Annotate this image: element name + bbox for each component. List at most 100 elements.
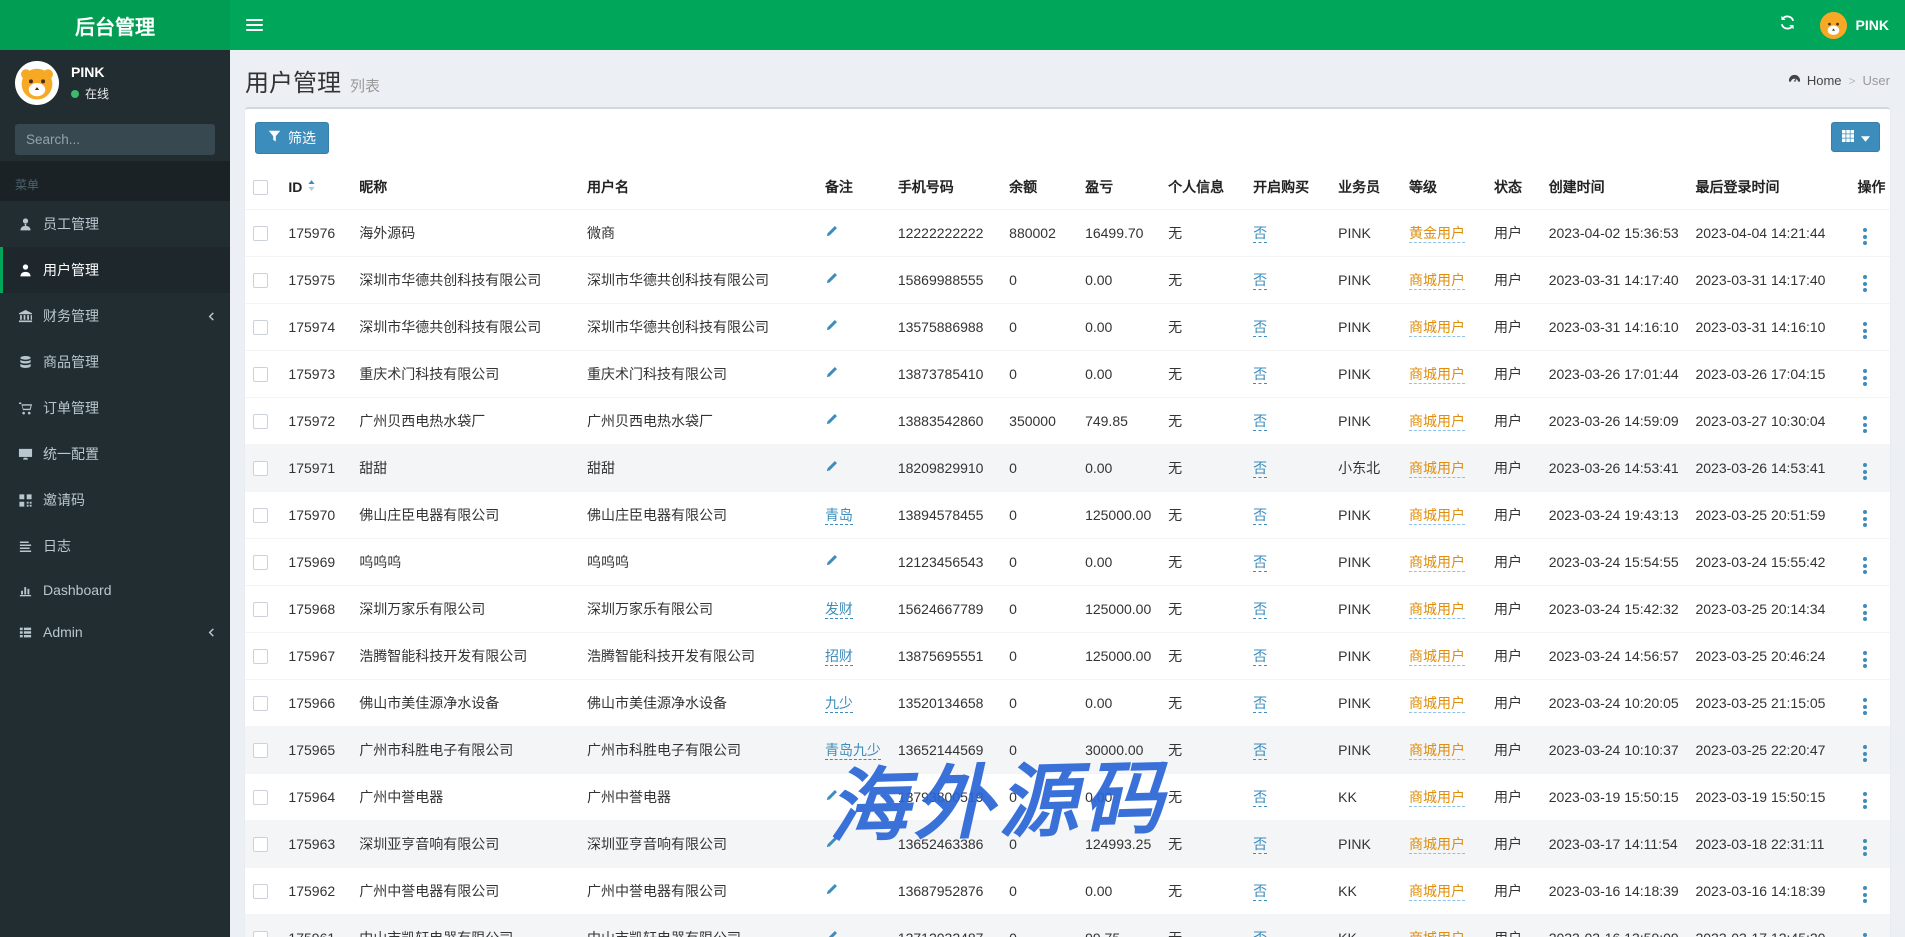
row-checkbox[interactable] <box>253 837 268 853</box>
row-checkbox[interactable] <box>253 226 268 242</box>
sidebar-item-invite-code[interactable]: 邀请码 <box>0 477 230 523</box>
edit-remark-pencil-icon[interactable] <box>825 366 838 382</box>
row-actions-menu-icon[interactable] <box>1857 273 1873 294</box>
row-checkbox[interactable] <box>253 508 268 524</box>
purchase-toggle-link[interactable]: 否 <box>1253 883 1268 901</box>
row-checkbox[interactable] <box>253 696 268 712</box>
purchase-toggle-link[interactable]: 否 <box>1253 413 1268 431</box>
edit-remark-pencil-icon[interactable] <box>825 930 838 937</box>
level-link[interactable]: 商城用户 <box>1409 648 1465 666</box>
edit-remark-pencil-icon[interactable] <box>825 554 838 570</box>
level-link[interactable]: 商城用户 <box>1409 695 1465 713</box>
level-link[interactable]: 商城用户 <box>1409 789 1465 807</box>
purchase-toggle-link[interactable]: 否 <box>1253 366 1268 384</box>
row-checkbox[interactable] <box>253 931 268 937</box>
row-actions-menu-icon[interactable] <box>1857 555 1873 576</box>
select-all-checkbox[interactable] <box>253 180 268 196</box>
remark-link[interactable]: 发财 <box>824 601 853 619</box>
sidebar-item-logs[interactable]: 日志 <box>0 523 230 569</box>
breadcrumb-home-link[interactable]: Home <box>1787 72 1842 90</box>
row-checkbox[interactable] <box>253 743 268 759</box>
edit-remark-pencil-icon[interactable] <box>825 225 838 241</box>
edit-remark-pencil-icon[interactable] <box>825 789 838 805</box>
purchase-toggle-link[interactable]: 否 <box>1253 742 1268 760</box>
purchase-toggle-link[interactable]: 否 <box>1253 648 1268 666</box>
purchase-toggle-link[interactable]: 否 <box>1253 319 1268 337</box>
edit-remark-pencil-icon[interactable] <box>825 460 838 476</box>
purchase-toggle-link[interactable]: 否 <box>1253 507 1268 525</box>
row-checkbox[interactable] <box>253 461 268 477</box>
level-link[interactable]: 商城用户 <box>1409 507 1465 525</box>
sidebar-item-unified-config[interactable]: 统一配置 <box>0 431 230 477</box>
sidebar-item-user-mgmt[interactable]: 用户管理 <box>0 247 230 293</box>
row-checkbox[interactable] <box>253 367 268 383</box>
columns-dropdown-button[interactable] <box>1831 122 1880 152</box>
purchase-toggle-link[interactable]: 否 <box>1253 695 1268 713</box>
row-actions-menu-icon[interactable] <box>1857 837 1873 858</box>
edit-remark-pencil-icon[interactable] <box>825 319 838 335</box>
row-checkbox[interactable] <box>253 273 268 289</box>
level-link[interactable]: 商城用户 <box>1409 366 1465 384</box>
purchase-toggle-link[interactable]: 否 <box>1253 836 1268 854</box>
row-actions-menu-icon[interactable] <box>1857 696 1873 717</box>
row-actions-menu-icon[interactable] <box>1857 884 1873 905</box>
col-header-id[interactable]: ID <box>280 165 352 210</box>
filter-button[interactable]: 筛选 <box>255 122 329 154</box>
level-link[interactable]: 商城用户 <box>1409 930 1465 937</box>
row-actions-menu-icon[interactable] <box>1857 226 1873 247</box>
level-link[interactable]: 商城用户 <box>1409 319 1465 337</box>
sidebar-item-dashboard[interactable]: Dashboard <box>0 569 230 611</box>
edit-remark-pencil-icon[interactable] <box>825 413 838 429</box>
sidebar-item-finance-mgmt[interactable]: 财务管理 <box>0 293 230 339</box>
level-link[interactable]: 商城用户 <box>1409 883 1465 901</box>
row-actions-menu-icon[interactable] <box>1857 602 1873 623</box>
remark-link[interactable]: 招财 <box>824 648 853 666</box>
search-submit-button[interactable] <box>214 124 215 155</box>
remark-link[interactable]: 九少 <box>824 695 853 713</box>
sidebar-item-employee-mgmt[interactable]: 员工管理 <box>0 201 230 247</box>
remark-link[interactable]: 青岛九少 <box>824 742 881 760</box>
sidebar-item-order-mgmt[interactable]: 订单管理 <box>0 385 230 431</box>
purchase-toggle-link[interactable]: 否 <box>1253 601 1268 619</box>
level-link[interactable]: 商城用户 <box>1409 742 1465 760</box>
purchase-toggle-link[interactable]: 否 <box>1253 554 1268 572</box>
row-actions-menu-icon[interactable] <box>1857 461 1873 482</box>
row-actions-menu-icon[interactable] <box>1857 649 1873 670</box>
row-actions-menu-icon[interactable] <box>1857 320 1873 341</box>
row-checkbox[interactable] <box>253 884 268 900</box>
purchase-toggle-link[interactable]: 否 <box>1253 460 1268 478</box>
search-input[interactable] <box>15 124 214 155</box>
row-actions-menu-icon[interactable] <box>1857 931 1873 937</box>
row-checkbox[interactable] <box>253 414 268 430</box>
remark-link[interactable]: 青岛 <box>824 507 853 525</box>
row-checkbox[interactable] <box>253 320 268 336</box>
row-actions-menu-icon[interactable] <box>1857 367 1873 388</box>
purchase-toggle-link[interactable]: 否 <box>1253 272 1268 290</box>
row-checkbox[interactable] <box>253 790 268 806</box>
purchase-toggle-link[interactable]: 否 <box>1253 225 1268 243</box>
sidebar-item-admin[interactable]: Admin <box>0 611 230 653</box>
refresh-button[interactable] <box>1765 0 1810 50</box>
row-checkbox[interactable] <box>253 555 268 571</box>
edit-remark-pencil-icon[interactable] <box>825 272 838 288</box>
purchase-toggle-link[interactable]: 否 <box>1253 789 1268 807</box>
sidebar-item-product-mgmt[interactable]: 商品管理 <box>0 339 230 385</box>
purchase-toggle-link[interactable]: 否 <box>1253 930 1268 937</box>
user-menu[interactable]: PINK <box>1810 0 1905 50</box>
level-link[interactable]: 商城用户 <box>1409 460 1465 478</box>
level-link[interactable]: 商城用户 <box>1409 554 1465 572</box>
level-link[interactable]: 商城用户 <box>1409 272 1465 290</box>
level-link[interactable]: 商城用户 <box>1409 601 1465 619</box>
edit-remark-pencil-icon[interactable] <box>825 836 838 852</box>
row-checkbox[interactable] <box>253 649 268 665</box>
row-actions-menu-icon[interactable] <box>1857 790 1873 811</box>
edit-remark-pencil-icon[interactable] <box>825 883 838 899</box>
level-link[interactable]: 商城用户 <box>1409 836 1465 854</box>
row-actions-menu-icon[interactable] <box>1857 508 1873 529</box>
app-logo[interactable]: 后台管理 <box>0 0 230 50</box>
level-link[interactable]: 黄金用户 <box>1409 225 1465 243</box>
row-actions-menu-icon[interactable] <box>1857 414 1873 435</box>
level-link[interactable]: 商城用户 <box>1409 413 1465 431</box>
row-checkbox[interactable] <box>253 602 268 618</box>
row-actions-menu-icon[interactable] <box>1857 743 1873 764</box>
